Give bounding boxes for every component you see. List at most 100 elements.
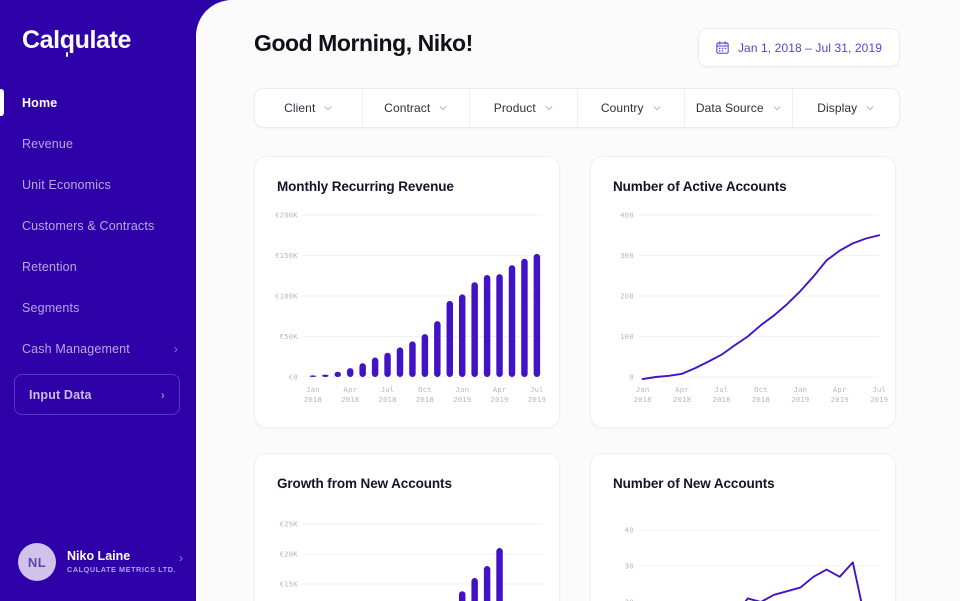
sidebar-item-label: Retention [22, 259, 77, 274]
input-data-button[interactable]: Input Data › [14, 374, 180, 415]
chevron-down-icon [653, 106, 661, 111]
filter-data-source[interactable]: Data Source [685, 89, 793, 127]
svg-text:Jul: Jul [872, 385, 886, 394]
user-text: Niko Laine CALQULATE METRICS LTD. [67, 549, 176, 574]
chart-title: Growth from New Accounts [277, 476, 452, 491]
svg-text:Jan: Jan [455, 385, 469, 394]
svg-text:40: 40 [625, 526, 634, 535]
svg-text:Jul: Jul [715, 385, 729, 394]
avatar: NL [18, 543, 56, 581]
filter-country[interactable]: Country [578, 89, 685, 127]
svg-text:€25K: €25K [280, 520, 299, 529]
svg-text:Jan: Jan [636, 385, 650, 394]
date-range-label: Jan 1, 2018 – Jul 31, 2019 [737, 40, 882, 55]
app-logo[interactable]: Calqulate [22, 26, 132, 57]
chart-card-growth-from-new-accounts[interactable]: Growth from New Accounts €15K€20K€25KJan… [254, 453, 560, 601]
main-panel: Good Morning, Niko! Jan 1, 2018 – Jul 31… [196, 0, 960, 601]
chart-monthly-recurring-revenue: €0 €50K €100K €150K €200K Jan 2018 Apr 2018 Jul 20… [255, 205, 559, 417]
chevron-down-icon [545, 106, 553, 111]
sidebar-item-customers-contracts[interactable]: Customers & Contracts [0, 205, 196, 246]
sidebar-item-unit-economics[interactable]: Unit Economics [0, 164, 196, 205]
svg-text:Jul: Jul [381, 385, 395, 394]
sidebar-item-segments[interactable]: Segments [0, 287, 196, 328]
svg-text:2018: 2018 [752, 395, 770, 404]
chart-card-number-of-new-accounts[interactable]: Number of New Accounts 203040Jan2018Apr2… [590, 453, 896, 601]
input-data-label: Input Data [29, 387, 92, 402]
sidebar-item-home[interactable]: Home [0, 82, 196, 123]
chevron-right-icon: › [173, 341, 178, 356]
sidebar-nav: Home Revenue Unit Economics Customers & … [0, 82, 196, 369]
chart-number-of-active-accounts: 0 100 200 300 400 Jan 2018 Apr 2018 Jul 2018 Oct 201… [591, 205, 895, 417]
chart-title: Monthly Recurring Revenue [277, 179, 454, 194]
filter-product[interactable]: Product [470, 89, 578, 127]
svg-text:Jan: Jan [794, 385, 808, 394]
chevron-down-icon [324, 106, 332, 111]
chart-growth-from-new-accounts: €15K€20K€25KJan2018Apr2018Jul2018Oct2018… [255, 502, 559, 601]
chevron-right-icon: › [160, 387, 165, 402]
chevron-down-icon [773, 106, 781, 111]
chart-card-number-of-active-accounts[interactable]: Number of Active Accounts 0 100 200 300 400 J… [590, 156, 896, 428]
sidebar-item-cash-management[interactable]: Cash Management › [0, 328, 196, 369]
filter-label: Contract [384, 101, 431, 115]
svg-text:2018: 2018 [379, 395, 397, 404]
svg-text:Apr: Apr [493, 385, 507, 394]
logo-q-glyph: q [59, 26, 75, 57]
svg-text:€150K: €150K [275, 251, 298, 260]
svg-text:2019: 2019 [528, 395, 546, 404]
chevron-down-icon [439, 106, 447, 111]
svg-text:2018: 2018 [634, 395, 652, 404]
svg-text:Apr: Apr [833, 385, 847, 394]
filter-label: Product [493, 101, 536, 115]
svg-text:€50K: €50K [280, 332, 299, 341]
sidebar: Calqulate Home Revenue Unit Economics Cu… [0, 0, 196, 601]
sidebar-item-retention[interactable]: Retention [0, 246, 196, 287]
sidebar-item-label: Customers & Contracts [22, 218, 155, 233]
svg-text:100: 100 [620, 332, 634, 341]
sidebar-item-label: Unit Economics [22, 177, 111, 192]
svg-text:2019: 2019 [491, 395, 509, 404]
user-name: Niko Laine [67, 549, 131, 564]
sidebar-item-label: Segments [22, 300, 80, 315]
svg-text:2019: 2019 [791, 395, 809, 404]
chart-title: Number of New Accounts [613, 476, 775, 491]
filter-client[interactable]: Client [255, 89, 363, 127]
date-range-picker[interactable]: Jan 1, 2018 – Jul 31, 2019 [697, 28, 900, 67]
filter-contract[interactable]: Contract [363, 89, 470, 127]
chevron-right-icon: › [179, 551, 183, 565]
user-profile[interactable]: NL Niko Laine CALQULATE METRICS LTD. › [18, 539, 183, 585]
svg-text:2019: 2019 [453, 395, 471, 404]
svg-text:2019: 2019 [831, 395, 849, 404]
svg-text:€15K: €15K [280, 580, 299, 589]
sidebar-item-label: Revenue [22, 136, 74, 151]
svg-text:Apr: Apr [343, 385, 357, 394]
logo-text-part2: ulate [74, 26, 132, 54]
app-root: Calqulate Home Revenue Unit Economics Cu… [0, 0, 960, 601]
svg-text:200: 200 [620, 292, 634, 301]
svg-text:€100K: €100K [275, 292, 298, 301]
svg-text:2018: 2018 [673, 395, 691, 404]
svg-text:300: 300 [620, 251, 634, 260]
user-organization: CALQULATE METRICS LTD. [67, 564, 177, 574]
filter-label: Client [284, 101, 316, 115]
filter-label: Data Source [695, 101, 764, 115]
svg-text:€0: €0 [289, 373, 298, 382]
filter-display[interactable]: Display [793, 89, 900, 127]
filter-label: Display [817, 101, 858, 115]
filter-bar: Client Contract Product Country Data Sou… [254, 88, 900, 128]
page-title: Good Morning, Niko! [254, 30, 473, 56]
svg-text:Jan: Jan [306, 385, 320, 394]
svg-text:20: 20 [625, 598, 634, 601]
chart-title: Number of Active Accounts [613, 179, 787, 194]
filter-label: Country [600, 101, 644, 115]
svg-text:Oct: Oct [418, 385, 432, 394]
chart-number-of-new-accounts: 203040Jan2018Apr2018Jul2018Oct2018Jan201… [591, 502, 895, 601]
sidebar-item-revenue[interactable]: Revenue [0, 123, 196, 164]
svg-text:2018: 2018 [712, 395, 730, 404]
svg-text:400: 400 [620, 211, 634, 220]
svg-text:Apr: Apr [675, 385, 689, 394]
svg-text:2018: 2018 [341, 395, 359, 404]
calendar-icon [716, 41, 729, 54]
svg-text:€200K: €200K [275, 211, 298, 220]
svg-text:€20K: €20K [280, 550, 299, 559]
chart-card-monthly-recurring-revenue[interactable]: Monthly Recurring Revenue €0 €50K €100K €15… [254, 156, 560, 428]
